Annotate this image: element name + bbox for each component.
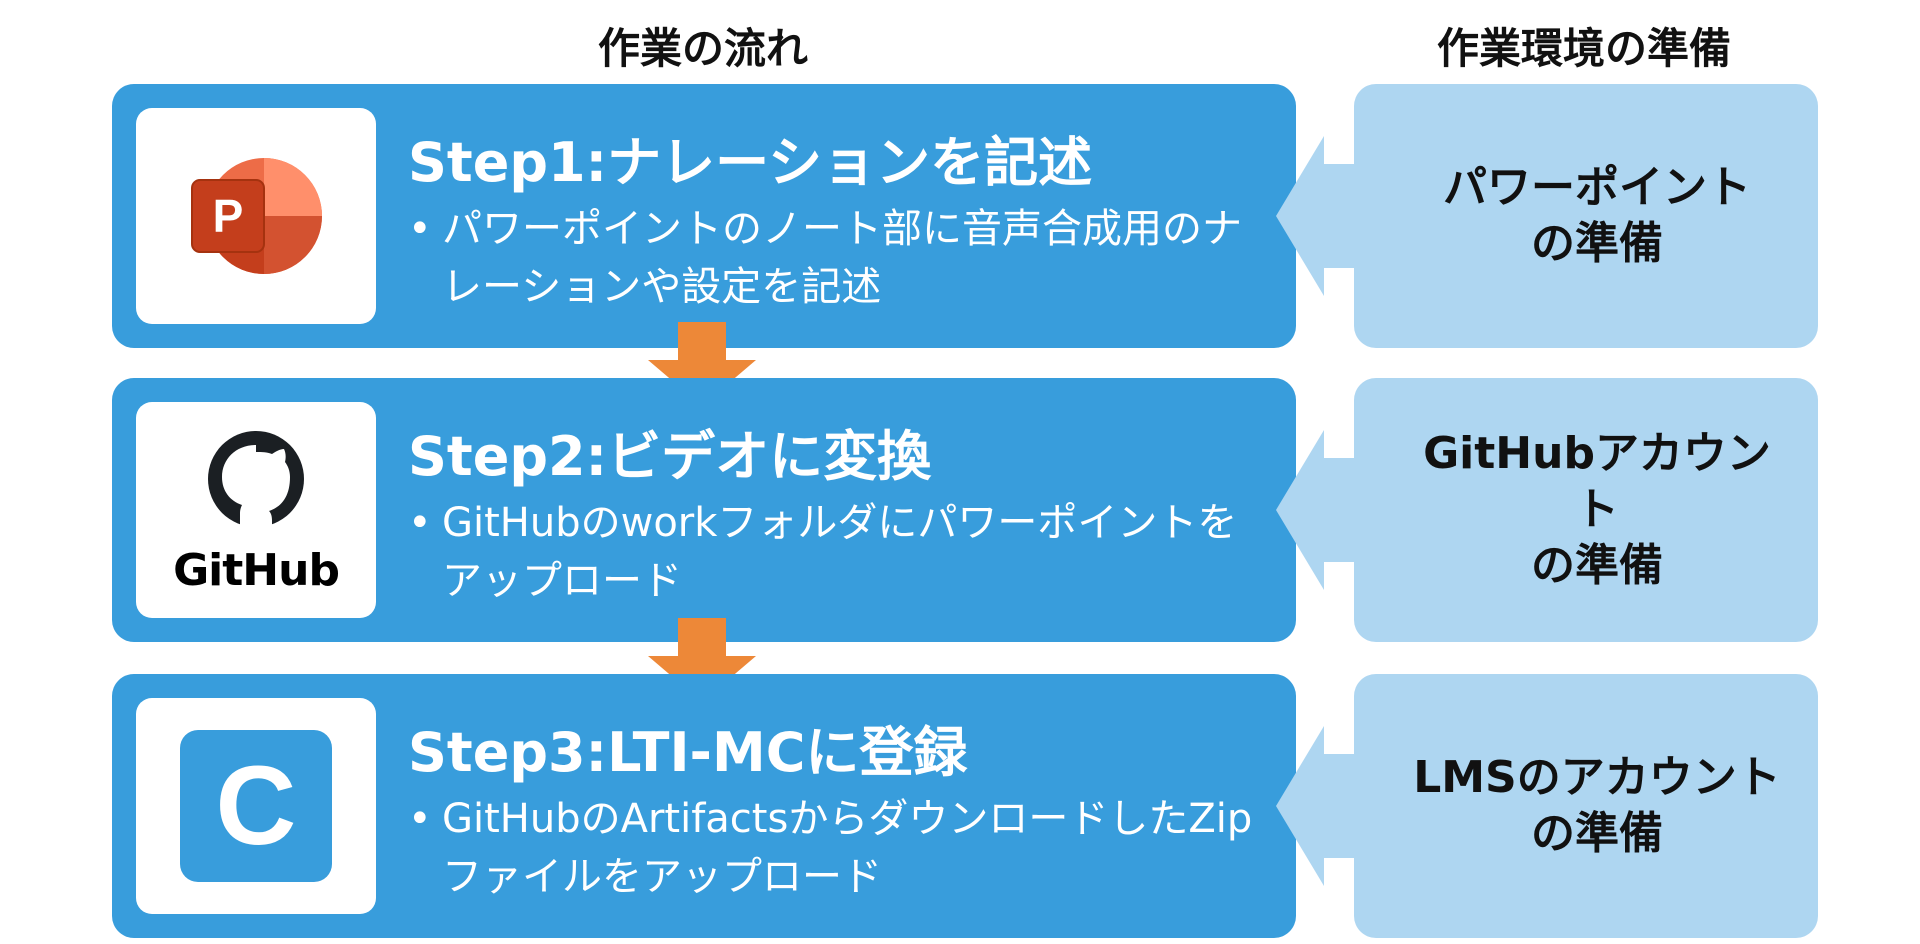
lti-mc-logo: C (136, 698, 376, 914)
lti-mc-icon: C (180, 730, 332, 882)
step-2-title: Step2:ビデオに変換 (408, 425, 932, 488)
step-3-title: Step3:LTI-MCに登録 (408, 721, 968, 784)
env-label-line1: LMSのアカウント (1413, 752, 1781, 803)
env-box-lms: LMSのアカウント の準備 (1354, 674, 1818, 938)
step-3-text: GitHubのArtifactsからダウンロードしたZipファイルをアップロード (442, 796, 1253, 900)
lti-mc-logo-letter: C (216, 743, 297, 868)
step-3-box: C Step3:LTI-MCに登録 • GitHubのArtifactsからダウ… (112, 674, 1296, 938)
env-box-github: GitHubアカウント の準備 (1354, 378, 1818, 642)
step-1-title: Step1:ナレーションを記述 (408, 131, 1093, 194)
step-1-text: パワーポイントのノート部に音声合成用のナレーションや設定を記述 (442, 206, 1242, 310)
env-label-line1: パワーポイント (1443, 162, 1751, 213)
step-1-body: • パワーポイントのノート部に音声合成用のナレーションや設定を記述 (408, 200, 1268, 316)
bullet: • (408, 206, 432, 252)
step-2-body: • GitHubのworkフォルダにパワーポイントをアップロード (408, 494, 1268, 610)
step-1-box: P Step1:ナレーションを記述 • パワーポイントのノート部に音声合成用のナ… (112, 84, 1296, 348)
env-label-line1: GitHubアカウント (1423, 428, 1771, 535)
flow-column-header: 作業の流れ (597, 23, 808, 73)
left-arrow-icon (1276, 726, 1360, 886)
left-arrow-icon (1276, 430, 1360, 590)
env-label-line2: の準備 (1531, 218, 1663, 269)
step-2-text: GitHubのworkフォルダにパワーポイントをアップロード (442, 500, 1238, 604)
step-3-body: • GitHubのArtifactsからダウンロードしたZipファイルをアップロ… (408, 790, 1268, 906)
powerpoint-icon: P (191, 158, 322, 274)
powerpoint-logo: P (136, 108, 376, 324)
environment-column-header: 作業環境の準備 (1436, 23, 1731, 73)
github-logo: GitHub (136, 402, 376, 618)
step-2-box: GitHub Step2:ビデオに変換 • GitHubのworkフォルダにパワ… (112, 378, 1296, 642)
env-box-powerpoint: パワーポイント の準備 (1354, 84, 1818, 348)
github-icon: GitHub (173, 431, 340, 595)
env-label-line2: の準備 (1531, 808, 1663, 859)
env-label-line2: の準備 (1531, 540, 1663, 591)
github-logo-text: GitHub (173, 545, 339, 595)
powerpoint-logo-letter: P (213, 190, 244, 242)
bullet: • (408, 796, 432, 842)
bullet: • (408, 500, 432, 546)
left-arrow-icon (1276, 136, 1360, 296)
